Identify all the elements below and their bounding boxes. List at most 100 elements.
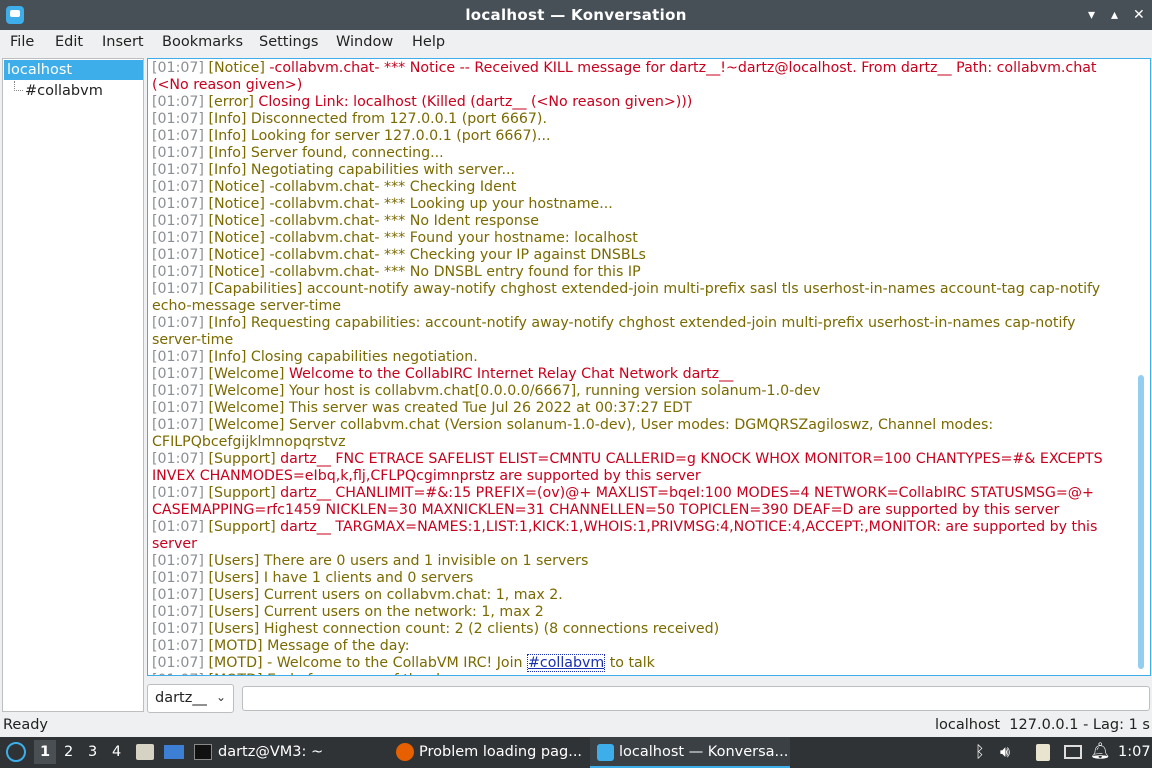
menu-bookmarks[interactable]: Bookmarks [162, 34, 243, 50]
chat-line: [01:07] [Welcome] This server was create… [152, 400, 1127, 417]
tree-item-server[interactable]: localhost [4, 60, 143, 80]
scrollbar-handle[interactable] [1138, 375, 1144, 669]
chat-line: [01:07] [Info] Server found, connecting.… [152, 145, 1127, 162]
timestamp: [01:07] [152, 655, 204, 671]
tree-item-channel[interactable]: #collabvm [25, 81, 103, 101]
timestamp: [01:07] [152, 587, 204, 603]
message-text: Current users on the network: 1, max 2 [263, 604, 544, 620]
menu-settings[interactable]: Settings [259, 34, 318, 50]
message-text: Welcome to the CollabIRC Internet Relay … [288, 366, 734, 382]
show-desktop-icon[interactable] [164, 745, 184, 759]
chat-line: [01:07] [Support] dartz__ TARGMAX=NAMES:… [152, 519, 1127, 553]
timestamp: [01:07] [152, 213, 204, 229]
message-text: -collabvm.chat- *** Checking your IP aga… [269, 247, 646, 263]
message-text: Highest connection count: 2 (2 clients) … [263, 621, 720, 637]
title-bar: localhost — Konversation ▾ ▴ ✕ [0, 0, 1152, 30]
task-terminal[interactable]: dartz@VM3: ~ [218, 744, 323, 760]
timestamp: [01:07] [152, 519, 204, 535]
timestamp: [01:07] [152, 672, 204, 675]
chat-line: [01:07] [Info] Closing capabilities nego… [152, 349, 1127, 366]
message-tag: [Users] [208, 604, 260, 620]
message-text: End of message of the day [267, 672, 457, 675]
desktop-3[interactable]: 3 [88, 744, 97, 760]
volume-icon[interactable]: 🔊︎ [1000, 742, 1010, 762]
timestamp: [01:07] [152, 264, 204, 280]
chat-line: [01:07] [MOTD] Message of the day: [152, 638, 1127, 655]
chat-line: [01:07] [Users] I have 1 clients and 0 s… [152, 570, 1127, 587]
desktop-1[interactable]: 1 [40, 744, 50, 760]
maximize-icon[interactable]: ▴ [1111, 6, 1118, 24]
message-text: -collabvm.chat- *** No Ident response [269, 213, 540, 229]
message-text: -collabvm.chat- *** Checking Ident [269, 179, 517, 195]
timestamp: [01:07] [152, 383, 204, 399]
menu-file[interactable]: File [10, 34, 34, 50]
close-icon[interactable]: ✕ [1133, 6, 1145, 24]
chevron-down-icon: ⌄ [215, 690, 226, 704]
channel-link[interactable]: #collabvm [527, 654, 606, 672]
tree-branch-line [14, 81, 23, 91]
minimize-icon[interactable]: ▾ [1088, 6, 1095, 24]
chat-log[interactable]: [01:07] [Notice] -collabvm.chat- *** Not… [147, 58, 1151, 676]
message-tag: [Welcome] [208, 400, 285, 416]
clock: 1:07 [1118, 744, 1151, 760]
menu-bar: File Edit Insert Bookmarks Settings Wind… [0, 30, 1152, 56]
menu-edit[interactable]: Edit [55, 34, 83, 50]
message-tag: [Notice] [208, 196, 265, 212]
message-text: Closing capabilities negotiation. [250, 349, 478, 365]
nick-selector[interactable]: dartz__ ⌄ [147, 684, 234, 713]
message-tag: [Welcome] [208, 366, 285, 382]
file-manager-icon[interactable] [136, 744, 154, 760]
message-tag: [Notice] [208, 179, 265, 195]
chat-lines: [01:07] [Notice] -collabvm.chat- *** Not… [152, 60, 1127, 675]
notifications-icon[interactable]: 🔔︎ [1090, 741, 1110, 760]
desktop-4[interactable]: 4 [112, 744, 121, 760]
timestamp: [01:07] [152, 621, 204, 637]
task-konversation[interactable]: localhost — Konversa... [619, 744, 788, 760]
message-tag: [Notice] [208, 264, 265, 280]
chat-line: [01:07] [Capabilities] account-notify aw… [152, 281, 1127, 315]
timestamp: [01:07] [152, 94, 204, 110]
timestamp: [01:07] [152, 366, 204, 382]
status-text: Ready [3, 717, 49, 733]
timestamp: [01:07] [152, 400, 204, 416]
message-tag: [Info] [208, 111, 247, 127]
clipboard-icon[interactable] [1036, 744, 1050, 761]
chat-line: [01:07] [Info] Requesting capabilities: … [152, 315, 1127, 349]
chat-line: [01:07] [Notice] -collabvm.chat- *** No … [152, 213, 1127, 230]
message-text: Requesting capabilities: account-notify … [152, 315, 1076, 348]
timestamp: [01:07] [152, 60, 204, 76]
terminal-icon [194, 744, 212, 760]
taskbar: 1 2 3 4 dartz@VM3: ~ Problem loading pag… [0, 737, 1152, 768]
task-firefox[interactable]: Problem loading pag... [419, 744, 582, 760]
message-text-after: to talk [605, 655, 655, 671]
timestamp: [01:07] [152, 638, 204, 654]
menu-help[interactable]: Help [412, 34, 445, 50]
message-text: Your host is collabvm.chat[0.0.0.0/6667]… [288, 383, 821, 399]
timestamp: [01:07] [152, 162, 204, 178]
chat-line: [01:07] [Users] Current users on collabv… [152, 587, 1127, 604]
bluetooth-icon[interactable]: ᛒ [975, 742, 985, 761]
menu-insert[interactable]: Insert [102, 34, 144, 50]
message-tag: [Support] [208, 485, 276, 501]
message-tag: [Info] [208, 128, 247, 144]
message-text: Negotiating capabilities with server... [250, 162, 516, 178]
status-bar: Ready localhost 127.0.0.1 - Lag: 1 s [0, 716, 1152, 736]
menu-window[interactable]: Window [336, 34, 393, 50]
message-text: Message of the day: [267, 638, 410, 654]
chat-line: [01:07] [Info] Negotiating capabilities … [152, 162, 1127, 179]
message-text: Server found, connecting... [250, 145, 444, 161]
network-icon[interactable] [1064, 745, 1082, 759]
app-launcher-icon[interactable] [6, 742, 26, 762]
timestamp: [01:07] [152, 111, 204, 127]
message-text: - Welcome to the CollabVM IRC! Join [267, 655, 528, 671]
desktop-2[interactable]: 2 [64, 744, 73, 760]
message-input[interactable] [242, 686, 1150, 711]
chat-line: [01:07] [MOTD] - Welcome to the CollabVM… [152, 654, 1127, 672]
chat-line: [01:07] [Info] Disconnected from 127.0.0… [152, 111, 1127, 128]
message-text: -collabvm.chat- *** Looking up your host… [269, 196, 613, 212]
message-text: dartz__ TARGMAX=NAMES:1,LIST:1,KICK:1,WH… [152, 519, 1098, 552]
message-text: Disconnected from 127.0.0.1 (port 6667). [250, 111, 547, 127]
message-tag: [Welcome] [208, 383, 285, 399]
message-tag: [MOTD] [208, 638, 263, 654]
chat-line: [01:07] [Users] There are 0 users and 1 … [152, 553, 1127, 570]
